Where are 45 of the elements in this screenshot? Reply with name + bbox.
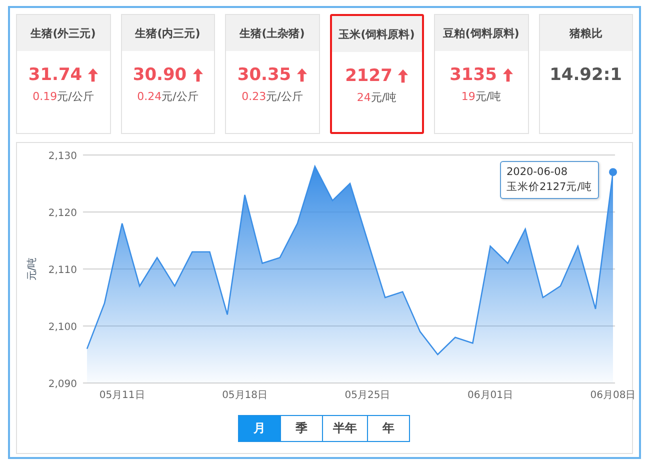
change-text: 0.19元/公斤 [32,89,94,104]
period-tab[interactable]: 季 [280,415,323,442]
price-card[interactable]: 生猪(土杂猪) 30.35 0.23元/公斤 [225,14,320,134]
y-axis-title: 元/吨 [26,257,38,281]
card-title: 生猪(外三元) [30,26,96,40]
up-arrow-icon [502,68,513,82]
price-value: 3135 [450,65,497,85]
price-value: 30.90 [132,65,187,85]
y-axis-label: 2,110 [48,265,76,276]
price-value: 14.92:1 [550,65,622,85]
data-point [608,168,616,176]
price-value: 30.35 [237,65,292,85]
period-tab[interactable]: 半年 [322,415,368,442]
price-card[interactable]: 生猪(外三元) 31.74 0.19元/公斤 [16,14,110,134]
y-axis-label: 2,120 [48,208,76,219]
price-card[interactable]: 猪粮比 14.92:1 [538,14,634,134]
up-arrow-icon [297,68,308,82]
change-text: 0.24元/公斤 [137,89,198,104]
up-arrow-icon [398,69,408,83]
price-card[interactable]: 豆粕(饲料原料) 3135 19元/吨 [434,14,529,134]
change-text: 19元/吨 [461,89,502,104]
up-arrow-icon [192,68,203,82]
up-arrow-icon [88,68,98,82]
card-title: 生猪(土杂猪) [240,26,305,40]
price-card[interactable]: 生猪(内三元) 30.90 0.24元/公斤 [120,14,215,134]
y-axis-label: 2,100 [48,322,76,333]
price-card[interactable]: 玉米(饲料原料) 2127 24元/吨 [330,14,424,134]
card-title: 猪粮比 [569,26,602,40]
period-tab[interactable]: 年 [367,415,410,442]
price-value: 2127 [345,66,392,86]
x-axis-label: 06月01日 [467,390,512,401]
change-text: 24元/吨 [356,90,397,105]
y-axis-label: 2,130 [48,151,76,162]
change-text: 0.23元/公斤 [242,89,303,104]
tooltip-value: 玉米价2127元/吨 [506,180,592,195]
tooltip-date: 2020-06-08 [506,165,569,180]
x-axis-label: 06月08日 [590,390,636,401]
x-axis-label: 05月18日 [222,390,268,401]
y-axis-label: 2,090 [48,379,76,390]
card-title: 生猪(内三元) [135,26,200,40]
price-value: 31.74 [28,65,82,85]
x-axis-label: 05月11日 [98,390,144,401]
card-title: 玉米(饲料原料) [338,26,415,42]
x-axis-label: 05月25日 [344,390,390,401]
card-title: 豆粕(饲料原料) [443,26,520,40]
